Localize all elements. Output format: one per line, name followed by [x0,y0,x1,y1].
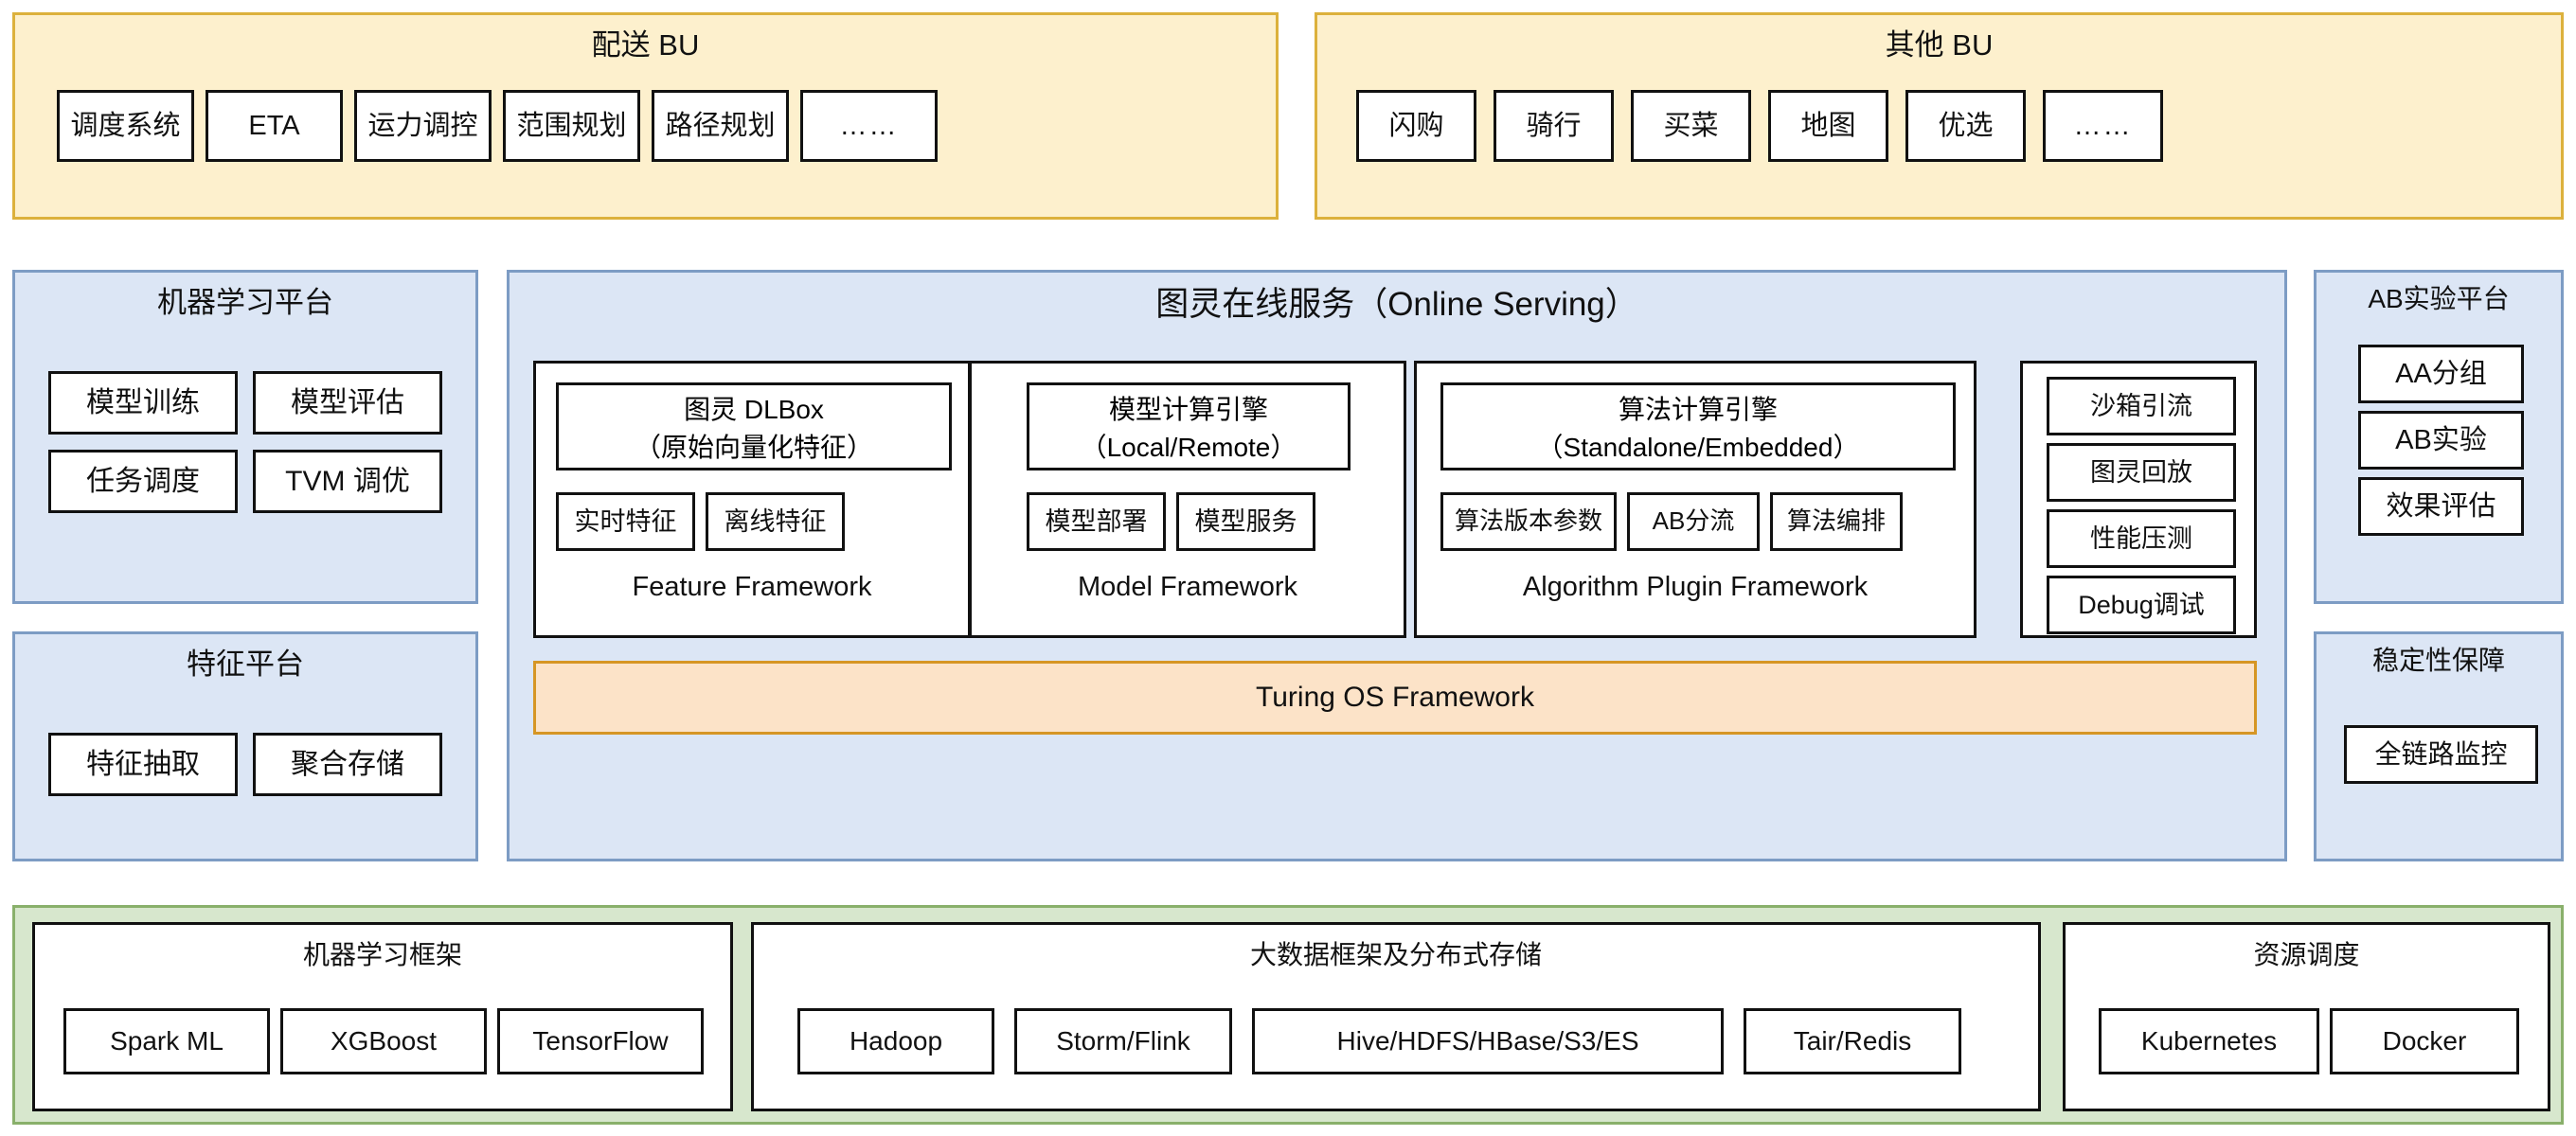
dlbox-label-line1: 图灵 DLBox [684,389,824,427]
feature-framework-footer: Feature Framework [536,572,968,603]
feature-platform-item-0[interactable]: 特征抽取 [48,733,238,796]
architecture-diagram: 配送 BU 调度系统 ETA 运力调控 范围规划 路径规划 …… 其他 BU 闪… [0,0,2576,1136]
ab-platform-item-0[interactable]: AA分组 [2358,345,2524,403]
ab-platform-item-2[interactable]: 效果评估 [2358,477,2524,536]
feature-platform-title: 特征平台 [15,648,475,682]
resource-scheduling-box: 资源调度 Kubernetes Docker [2063,922,2550,1111]
stability-item-0[interactable]: 全链路监控 [2344,725,2538,784]
other-bu-item-3[interactable]: 地图 [1768,90,1888,162]
delivery-bu-item-1[interactable]: ETA [206,90,343,162]
delivery-bu-item-4[interactable]: 路径规划 [652,90,789,162]
ml-platform-item-1[interactable]: 模型评估 [253,371,442,435]
feature-platform-panel: 特征平台 特征抽取 聚合存储 [12,631,478,861]
delivery-bu-item-2[interactable]: 运力调控 [354,90,492,162]
ml-platform-item-0[interactable]: 模型训练 [48,371,238,435]
delivery-bu-title: 配送 BU [15,28,1276,62]
bigdata-storage-title: 大数据框架及分布式存储 [754,940,2038,970]
algorithm-framework-footer: Algorithm Plugin Framework [1417,572,1974,603]
turing-os-framework-bar[interactable]: Turing OS Framework [533,661,2257,735]
dlbox-box[interactable]: 图灵 DLBox （原始向量化特征） [556,382,952,470]
feature-framework-box: 图灵 DLBox （原始向量化特征） 实时特征 离线特征 Feature Fra… [533,361,971,638]
ml-platform-title: 机器学习平台 [15,286,475,320]
model-framework-box: 模型计算引擎 （Local/Remote） 模型部署 模型服务 Model Fr… [969,361,1406,638]
infrastructure-panel: 机器学习框架 Spark ML XGBoost TensorFlow 大数据框架… [12,905,2564,1125]
algorithm-engine-label-line2: （Standalone/Embedded） [1537,427,1860,465]
resource-scheduling-title: 资源调度 [2066,940,2548,970]
algorithm-framework-item-1[interactable]: AB分流 [1627,492,1760,551]
other-bu-title: 其他 BU [1317,28,2561,62]
model-engine-label-line1: 模型计算引擎 [1109,389,1268,427]
ml-framework-item-2[interactable]: TensorFlow [497,1008,704,1074]
bigdata-item-2[interactable]: Hive/HDFS/HBase/S3/ES [1252,1008,1724,1074]
model-engine-label-line2: （Local/Remote） [1081,427,1297,465]
ml-platform-panel: 机器学习平台 模型训练 模型评估 任务调度 TVM 调优 [12,270,478,604]
feature-framework-item-0[interactable]: 实时特征 [556,492,695,551]
algorithm-plugin-framework-box: 算法计算引擎 （Standalone/Embedded） 算法版本参数 AB分流… [1414,361,1977,638]
delivery-bu-item-5[interactable]: …… [800,90,938,162]
serving-tool-0[interactable]: 沙箱引流 [2047,377,2236,435]
bigdata-item-1[interactable]: Storm/Flink [1014,1008,1232,1074]
other-bu-item-2[interactable]: 买菜 [1631,90,1751,162]
bigdata-item-3[interactable]: Tair/Redis [1744,1008,1961,1074]
online-serving-panel: 图灵在线服务（Online Serving） 图灵 DLBox （原始向量化特征… [507,270,2287,861]
stability-assurance-panel: 稳定性保障 全链路监控 [2314,631,2564,861]
serving-tool-1[interactable]: 图灵回放 [2047,443,2236,502]
model-framework-item-0[interactable]: 模型部署 [1027,492,1166,551]
delivery-bu-item-3[interactable]: 范围规划 [503,90,640,162]
other-bu-panel: 其他 BU 闪购 骑行 买菜 地图 优选 …… [1315,12,2564,220]
dlbox-label-line2: （原始向量化特征） [635,427,873,465]
model-framework-footer: Model Framework [972,572,1404,603]
algorithm-engine-label-line1: 算法计算引擎 [1619,389,1778,427]
serving-tool-2[interactable]: 性能压测 [2047,509,2236,568]
delivery-bu-panel: 配送 BU 调度系统 ETA 运力调控 范围规划 路径规划 …… [12,12,1279,220]
ab-experiment-platform-panel: AB实验平台 AA分组 AB实验 效果评估 [2314,270,2564,604]
other-bu-item-4[interactable]: 优选 [1905,90,2026,162]
model-engine-box[interactable]: 模型计算引擎 （Local/Remote） [1027,382,1351,470]
algorithm-framework-item-2[interactable]: 算法编排 [1770,492,1903,551]
delivery-bu-item-0[interactable]: 调度系统 [57,90,194,162]
online-serving-title: 图灵在线服务（Online Serving） [510,286,2284,324]
serving-tools-box: 沙箱引流 图灵回放 性能压测 Debug调试 [2020,361,2257,638]
feature-platform-item-1[interactable]: 聚合存储 [253,733,442,796]
ab-experiment-platform-title: AB实验平台 [2317,284,2561,314]
resource-item-0[interactable]: Kubernetes [2099,1008,2319,1074]
ml-platform-item-3[interactable]: TVM 调优 [253,450,442,513]
algorithm-engine-box[interactable]: 算法计算引擎 （Standalone/Embedded） [1440,382,1956,470]
other-bu-item-1[interactable]: 骑行 [1494,90,1614,162]
bigdata-storage-box: 大数据框架及分布式存储 Hadoop Storm/Flink Hive/HDFS… [751,922,2041,1111]
bigdata-item-0[interactable]: Hadoop [797,1008,994,1074]
feature-framework-item-1[interactable]: 离线特征 [706,492,845,551]
ml-platform-item-2[interactable]: 任务调度 [48,450,238,513]
resource-item-1[interactable]: Docker [2330,1008,2519,1074]
algorithm-framework-item-0[interactable]: 算法版本参数 [1440,492,1617,551]
ab-platform-item-1[interactable]: AB实验 [2358,411,2524,470]
stability-assurance-title: 稳定性保障 [2317,646,2561,676]
ml-framework-item-1[interactable]: XGBoost [280,1008,487,1074]
other-bu-item-0[interactable]: 闪购 [1356,90,1476,162]
ml-frameworks-title: 机器学习框架 [35,940,730,970]
model-framework-item-1[interactable]: 模型服务 [1176,492,1315,551]
serving-tool-3[interactable]: Debug调试 [2047,576,2236,634]
ml-frameworks-box: 机器学习框架 Spark ML XGBoost TensorFlow [32,922,733,1111]
other-bu-item-5[interactable]: …… [2043,90,2163,162]
ml-framework-item-0[interactable]: Spark ML [63,1008,270,1074]
